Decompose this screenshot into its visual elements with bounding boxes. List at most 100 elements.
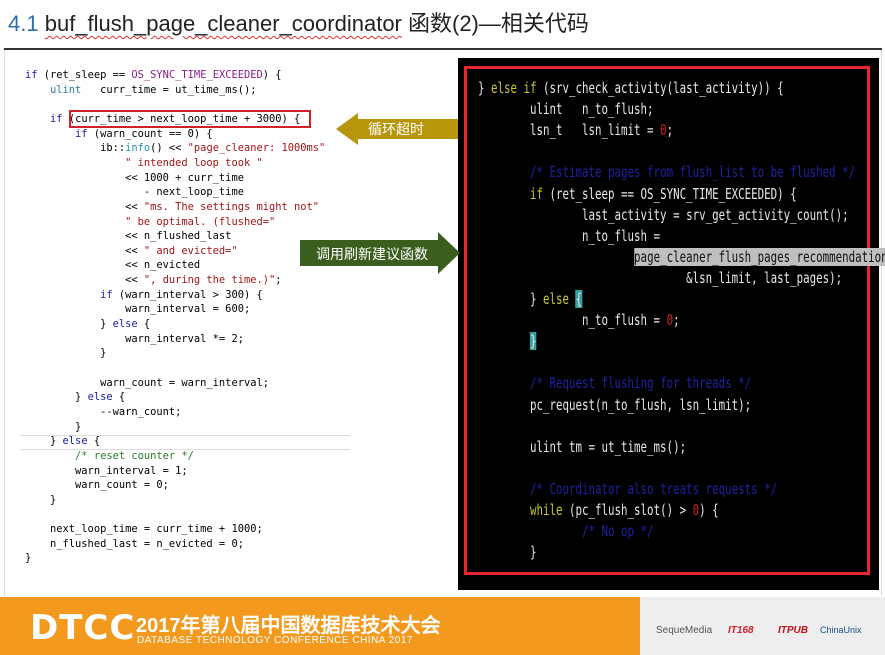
code-token: (ret_sleep == xyxy=(43,69,132,81)
dtcc-logo: DTCC xyxy=(30,608,136,648)
code-line: if (ret_sleep == OS_SYNC_TIME_EXCEEDED) … xyxy=(478,184,797,204)
code-token: { xyxy=(143,318,151,331)
code-token: next_loop_time = curr_time + 1000; xyxy=(25,523,263,536)
code-token: if xyxy=(50,112,69,125)
code-line: << n_evicted xyxy=(25,258,200,272)
code-token: } xyxy=(25,420,82,433)
code-token: "page_cleaner: 1000ms" xyxy=(187,142,326,155)
code-token: - next_loop_time xyxy=(25,186,244,199)
code-line: } xyxy=(25,551,31,565)
code-token: (srv_check_activity(last_activity)) { xyxy=(543,79,784,97)
code-token: } xyxy=(25,493,57,506)
code-token: } xyxy=(25,435,63,448)
code-token: (pc_flush_slot() > xyxy=(569,501,693,519)
code-line: n_to_flush = 0; xyxy=(478,310,680,330)
code-token: << xyxy=(25,244,144,257)
code-line: n_to_flush = xyxy=(478,226,660,246)
function-name: buf_flush_page_cleaner_coordinator xyxy=(44,11,402,36)
code-line: if (ret_sleep == OS_SYNC_TIME_EXCEEDED) … xyxy=(25,68,282,82)
sponsor-it168-logo: IT168 xyxy=(728,625,754,636)
code-token: } xyxy=(25,391,88,404)
code-line: ib::info() << "page_cleaner: 1000ms" xyxy=(25,141,325,155)
code-token: << xyxy=(25,274,144,287)
code-token: { xyxy=(118,391,126,404)
code-token: else xyxy=(543,290,576,308)
code-line: page_cleaner_flush_pages_recommendation( xyxy=(478,247,885,267)
code-line: if (warn_count == 0) { xyxy=(25,127,213,141)
code-line: warn_interval *= 2; xyxy=(25,332,244,346)
code-token: } xyxy=(25,347,107,360)
code-token: else if xyxy=(491,79,544,97)
code-line: } xyxy=(25,420,81,434)
section-number: 4.1 xyxy=(8,11,39,36)
code-token: else xyxy=(112,318,144,331)
code-token: ulint tm = ut_time_ms(); xyxy=(478,437,687,456)
code-token: while xyxy=(530,501,570,519)
code-token: else xyxy=(87,391,119,404)
sponsor-itpub-logo: ITPUB xyxy=(778,625,808,636)
code-token: " be optimal. (flushed=" xyxy=(125,215,276,228)
code-line: lsn_t lsn_limit = 0; xyxy=(478,120,673,140)
code-line: } xyxy=(25,346,106,360)
code-token: else xyxy=(62,435,94,448)
conference-name-en: DATABASE TECHNOLOGY CONFERENCE CHINA 201… xyxy=(137,635,413,646)
loop-timeout-label: 循环超时 xyxy=(368,121,424,137)
code-line: /* No op */ xyxy=(478,521,654,541)
title-suffix: 函数(2)—相关代码 xyxy=(401,11,589,36)
code-token: } xyxy=(478,290,544,308)
code-token: /* Estimate pages from flush_list to be … xyxy=(530,163,856,182)
code-token: /* Coordinator also treats requests */ xyxy=(530,479,778,498)
code-line: } xyxy=(478,331,537,351)
code-line: next_loop_time = curr_time + 1000; xyxy=(25,522,263,536)
code-token: n_flushed_last = n_evicted = 0; xyxy=(25,537,244,550)
code-token: --warn_count; xyxy=(25,405,182,418)
code-token: /* reset counter */ xyxy=(75,449,194,462)
code-token: << 1000 + curr_time xyxy=(25,171,244,184)
code-token: warn_count = warn_interval; xyxy=(25,376,269,389)
code-token: (warn_count == 0) { xyxy=(93,127,213,140)
code-token: warn_interval = 1; xyxy=(25,464,188,477)
code-token: if xyxy=(25,69,44,81)
code-token: ; xyxy=(275,274,282,287)
code-token: if xyxy=(530,184,550,203)
code-token: } xyxy=(478,543,537,562)
code-line: warn_count = 0; xyxy=(25,478,169,492)
code-token: ; xyxy=(673,311,680,330)
code-token: " intended loop took " xyxy=(125,156,263,169)
left-code-panel: if (ret_sleep == OS_SYNC_TIME_EXCEEDED) … xyxy=(20,62,355,574)
code-token: (ret_sleep == OS_SYNC_TIME_EXCEEDED) { xyxy=(549,184,797,203)
code-token: pc_request(n_to_flush, lsn_limit); xyxy=(478,395,752,414)
code-token: if xyxy=(75,127,94,140)
code-token: page_cleaner_flush_pages_recommendation xyxy=(634,247,885,266)
code-token: n_to_flush = xyxy=(478,226,661,245)
code-token: warn_interval = 600; xyxy=(25,303,251,316)
code-token: ) { xyxy=(699,501,719,519)
code-line: if (warn_interval > 300) { xyxy=(25,288,263,302)
code-token: warn_count = 0; xyxy=(25,479,169,492)
code-line: } else { xyxy=(25,390,125,404)
code-line: ulint n_to_flush; xyxy=(478,99,654,119)
code-token: ", during the time.)" xyxy=(143,274,276,287)
code-token: curr_time = ut_time_ms(); xyxy=(81,83,257,96)
code-token: << xyxy=(25,200,144,213)
code-line: } xyxy=(25,493,56,507)
call-recommendation-label: 调用刷新建议函数 xyxy=(316,246,428,262)
code-line: " intended loop took " xyxy=(25,156,263,170)
code-token: ib:: xyxy=(25,142,126,155)
code-line: << 1000 + curr_time xyxy=(25,171,244,185)
